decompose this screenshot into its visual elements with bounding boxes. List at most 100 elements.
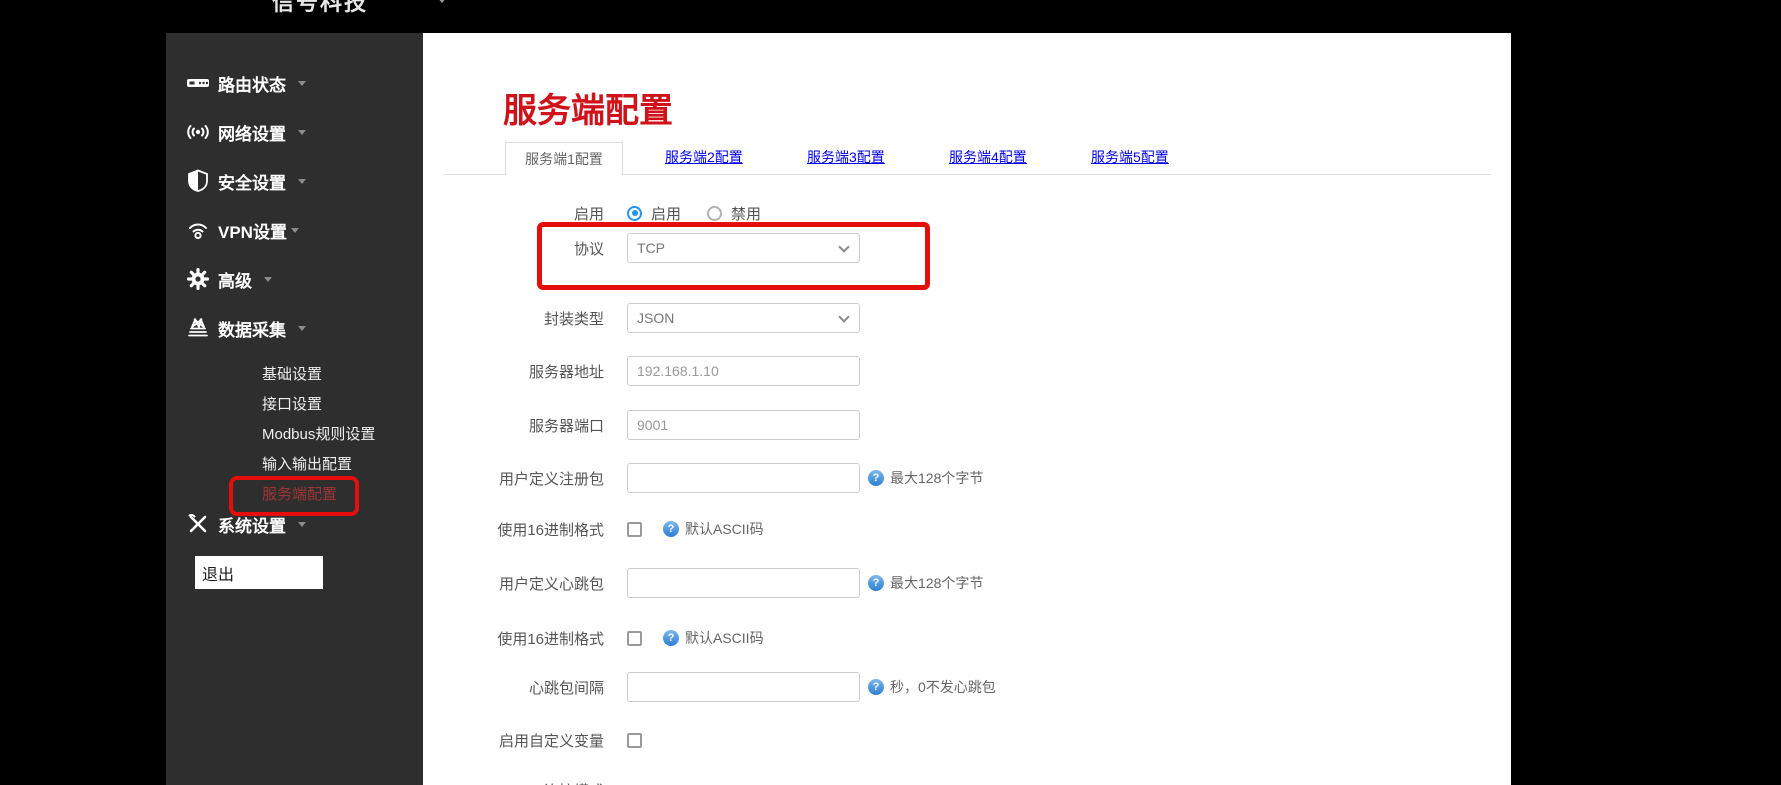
chevron-down-icon — [298, 130, 306, 135]
help-icon[interactable]: ? — [868, 679, 884, 695]
sidebar-item-network-settings[interactable]: 网络设置 — [166, 118, 423, 146]
heartbeat-packet-input[interactable] — [627, 568, 860, 598]
brand-logo: 信号科技 — [272, 0, 368, 17]
server-address-input[interactable]: 192.168.1.10 — [627, 356, 860, 386]
form-row-partial: 连接模式 — [423, 775, 1443, 785]
form-row-heartbeat-packet: 用户定义心跳包 ? 最大128个字节 — [423, 568, 1443, 598]
submenu-label: 接口设置 — [262, 396, 322, 413]
form-row-register-packet: 用户定义注册包 ? 最大128个字节 — [423, 463, 1443, 493]
submenu-label: 服务端配置 — [262, 486, 337, 503]
topbar-chevron-icon — [437, 0, 447, 3]
sidebar-subitem-modbus-rules[interactable]: Modbus规则设置 — [262, 423, 375, 443]
hex-format-1-checkbox[interactable] — [627, 522, 642, 537]
form-row-server-port: 服务器端口 9001 — [423, 410, 1443, 440]
router-icon — [185, 70, 211, 96]
form-row-enable: 启用 启用 禁用 — [423, 198, 1443, 228]
field-label: 启用 — [423, 203, 604, 224]
tab-label: 服务端1配置 — [525, 149, 603, 169]
form-row-custom-variable: 启用自定义变量 — [423, 725, 1443, 755]
sidebar-item-label: 高级 — [218, 267, 252, 292]
field-label: 服务器地址 — [423, 361, 604, 382]
field-label: 连接模式 — [423, 780, 604, 785]
sidebar-subitem-interface-settings[interactable]: 接口设置 — [262, 393, 322, 413]
field-label: 启用自定义变量 — [423, 730, 604, 751]
chevron-down-icon — [264, 277, 272, 282]
signal-icon — [185, 119, 211, 145]
page-title: 服务端配置 — [503, 83, 673, 132]
gear-icon — [185, 266, 211, 292]
submenu-label: 基础设置 — [262, 366, 322, 383]
sidebar-item-vpn-settings[interactable]: VPN设置 — [166, 216, 423, 244]
field-label: 协议 — [423, 238, 604, 259]
submenu-label: 输入输出配置 — [262, 456, 352, 473]
select-value: JSON — [637, 310, 674, 326]
select-value: TCP — [637, 240, 665, 256]
help-icon[interactable]: ? — [868, 470, 884, 486]
data-collect-icon — [185, 315, 211, 341]
help-icon[interactable]: ? — [663, 630, 679, 646]
protocol-select[interactable]: TCP — [627, 233, 860, 263]
hint-text: 默认ASCII码 — [685, 628, 764, 648]
tab-server3-config[interactable]: 服务端3配置 — [807, 147, 885, 169]
custom-variable-checkbox[interactable] — [627, 733, 642, 748]
sidebar-subitem-io-config[interactable]: 输入输出配置 — [262, 453, 352, 473]
field-label: 用户定义注册包 — [423, 468, 604, 489]
hint-text: 秒，0不发心跳包 — [890, 677, 996, 697]
form-row-heartbeat-interval: 心跳包间隔 ? 秒，0不发心跳包 — [423, 672, 1443, 702]
input-value: 192.168.1.10 — [637, 363, 719, 379]
hint-text: 默认ASCII码 — [685, 519, 764, 539]
help-icon[interactable]: ? — [868, 575, 884, 591]
field-label: 服务器端口 — [423, 415, 604, 436]
chevron-down-icon — [298, 81, 306, 86]
form-row-encapsulation: 封装类型 JSON — [423, 303, 1443, 333]
hint-text: 最大128个字节 — [890, 573, 983, 593]
enable-radio-on[interactable] — [627, 206, 642, 221]
sidebar-item-label: 路由状态 — [218, 71, 286, 96]
hint-text: 最大128个字节 — [890, 468, 983, 488]
radio-option-label: 禁用 — [731, 203, 761, 224]
chevron-down-icon — [298, 179, 306, 184]
form-row-hex-format-2: 使用16进制格式 ? 默认ASCII码 — [423, 623, 1443, 653]
form-row-protocol: 协议 TCP — [423, 233, 1443, 263]
tab-server1-config[interactable]: 服务端1配置 — [505, 142, 623, 175]
sidebar-subitem-basic-settings[interactable]: 基础设置 — [262, 363, 322, 383]
logout-button[interactable]: 退出 — [195, 556, 323, 589]
sidebar-item-security-settings[interactable]: 安全设置 — [166, 167, 423, 195]
sidebar-item-advanced[interactable]: 高级 — [166, 265, 423, 293]
encapsulation-select[interactable]: JSON — [627, 303, 860, 333]
sidebar-item-label: VPN设置 — [218, 218, 287, 243]
tab-server2-config[interactable]: 服务端2配置 — [665, 147, 743, 169]
logout-label: 退出 — [202, 561, 234, 585]
form-row-hex-format-1: 使用16进制格式 ? 默认ASCII码 — [423, 514, 1443, 544]
tab-server4-config[interactable]: 服务端4配置 — [949, 147, 1027, 169]
radio-option-label: 启用 — [651, 203, 681, 224]
sidebar-item-label: 网络设置 — [218, 120, 286, 145]
input-value: 9001 — [637, 417, 668, 433]
chevron-down-icon — [298, 522, 306, 527]
sidebar-item-label: 安全设置 — [218, 169, 286, 194]
shield-icon — [185, 168, 211, 194]
sidebar-item-data-collection[interactable]: 数据采集 — [166, 314, 423, 342]
enable-radio-off[interactable] — [707, 206, 722, 221]
chevron-down-icon — [298, 326, 306, 331]
chevron-down-icon — [838, 311, 849, 322]
sidebar-item-label: 系统设置 — [218, 512, 286, 537]
chevron-down-icon — [291, 228, 299, 233]
register-packet-input[interactable] — [627, 463, 860, 493]
chevron-down-icon — [838, 241, 849, 252]
sidebar-item-label: 数据采集 — [218, 316, 286, 341]
sidebar-item-router-status[interactable]: 路由状态 — [166, 69, 423, 97]
sidebar-item-system-settings[interactable]: 系统设置 — [166, 510, 423, 538]
vpn-icon — [185, 217, 211, 243]
hex-format-2-checkbox[interactable] — [627, 631, 642, 646]
tab-server5-config[interactable]: 服务端5配置 — [1091, 147, 1169, 169]
sidebar-subitem-server-config[interactable]: 服务端配置 — [262, 483, 337, 503]
help-icon[interactable]: ? — [663, 521, 679, 537]
heartbeat-interval-input[interactable] — [627, 672, 860, 702]
submenu-label: Modbus规则设置 — [262, 426, 375, 443]
field-label: 心跳包间隔 — [423, 677, 604, 698]
server-port-input[interactable]: 9001 — [627, 410, 860, 440]
field-label: 使用16进制格式 — [423, 519, 604, 540]
field-label: 封装类型 — [423, 308, 604, 329]
tools-icon — [185, 511, 211, 537]
